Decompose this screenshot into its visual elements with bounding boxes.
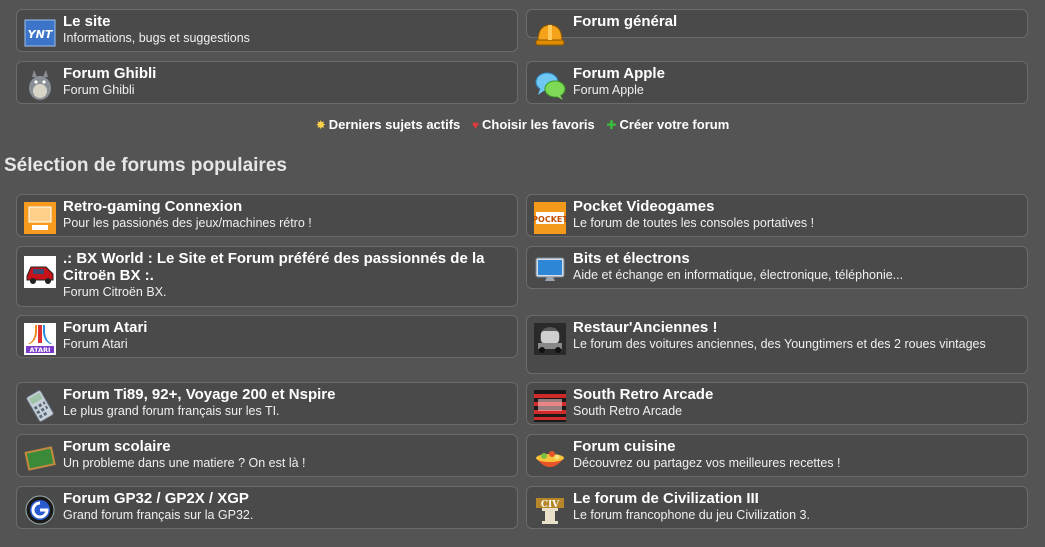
forum-title[interactable]: South Retro Arcade	[573, 386, 1019, 403]
retro-computer-icon	[24, 202, 56, 234]
svg-text:YNT: YNT	[28, 28, 54, 41]
arcade-logo-icon	[534, 390, 566, 422]
forum-gp32[interactable]: Forum GP32 / GP2X / XGP Grand forum franç…	[16, 486, 518, 529]
forum-desc: Le forum francophone du jeu Civilization…	[573, 508, 810, 522]
forum-restaur-anciennes[interactable]: Restaur'Anciennes ! Le forum des voitures…	[526, 315, 1028, 374]
citroen-bx-icon	[24, 256, 56, 288]
forum-le-site[interactable]: YNT Le site Informations, bugs et suggest…	[16, 9, 518, 52]
pocket-logo-icon: POCKET	[534, 202, 566, 234]
ynt-logo-icon: YNT	[24, 19, 56, 47]
forum-title[interactable]: Forum GP32 / GP2X / XGP	[63, 490, 509, 507]
forum-general[interactable]: Forum général	[526, 9, 1028, 46]
forum-scolaire[interactable]: Forum scolaire Un probleme dans une matie…	[16, 434, 518, 477]
svg-text:POCKET: POCKET	[534, 215, 566, 224]
forum-desc: Aide et échange en informatique, électro…	[573, 268, 904, 282]
forum-desc: Le forum de toutes les consoles portativ…	[573, 216, 815, 230]
vintage-car-icon	[534, 323, 566, 355]
chalkboard-icon	[24, 446, 56, 471]
svg-text:ATARI: ATARI	[30, 346, 51, 354]
forum-bx-world[interactable]: .: BX World : Le Site et Forum préféré d…	[16, 246, 518, 307]
forum-desc: Un probleme dans une matiere ? On est là…	[63, 456, 306, 470]
forum-title[interactable]: Forum Ghibli	[63, 65, 509, 82]
forum-title[interactable]: Forum Atari	[63, 319, 509, 336]
forum-title[interactable]: Forum scolaire	[63, 438, 509, 455]
link-label: Créer votre forum	[619, 117, 730, 132]
forum-title[interactable]: Le forum de Civilization III	[573, 490, 1019, 507]
chat-bubbles-icon	[535, 72, 566, 100]
forum-retro-gaming[interactable]: Retro-gaming Connexion Pour les passionés…	[16, 194, 518, 237]
forum-desc: Le forum des voitures anciennes, des You…	[573, 337, 986, 351]
forum-ghibli[interactable]: Forum Ghibli Forum Ghibli	[16, 61, 518, 104]
forum-title[interactable]: Forum Apple	[573, 65, 1019, 82]
gp32-logo-icon	[25, 495, 55, 525]
forum-civilization[interactable]: CIV Le forum de Civilization III Le forum…	[526, 486, 1028, 529]
forum-desc: Forum Ghibli	[63, 83, 135, 97]
forum-atari[interactable]: ATARI Forum Atari Forum Atari	[16, 315, 518, 358]
forum-desc: South Retro Arcade	[573, 404, 683, 418]
civ-logo-icon: CIV	[536, 498, 564, 524]
forum-title[interactable]: Retro-gaming Connexion	[63, 198, 509, 215]
forum-desc: Découvrez ou partagez vos meilleures rec…	[573, 456, 841, 470]
forum-pocket-videogames[interactable]: POCKET Pocket Videogames Le forum de tout…	[526, 194, 1028, 237]
food-bowl-icon	[536, 451, 564, 467]
forum-title[interactable]: Forum général	[573, 13, 1019, 30]
forum-title[interactable]: Forum Ti89, 92+, Voyage 200 et Nspire	[63, 386, 509, 403]
calculator-icon	[26, 390, 54, 422]
forum-desc: Forum Citroën BX.	[63, 285, 167, 299]
hardhat-icon	[535, 24, 565, 46]
forum-title[interactable]: Restaur'Anciennes !	[573, 319, 1019, 336]
quick-links: ✸ Derniers sujets actifs ♥ Choisir les fav…	[0, 117, 1045, 132]
forum-desc: Forum Apple	[573, 83, 644, 97]
forum-desc: Grand forum français sur la GP32.	[63, 508, 254, 522]
forum-bits-electrons[interactable]: Bits et électrons Aide et échange en info…	[526, 246, 1028, 289]
forum-desc: Informations, bugs et suggestions	[63, 31, 250, 45]
forum-desc: Pour les passionés des jeux/machines rét…	[63, 216, 312, 230]
heart-icon: ♥	[471, 118, 480, 132]
choose-favorites-link[interactable]: ♥ Choisir les favoris	[472, 117, 595, 132]
forum-title[interactable]: Bits et électrons	[573, 250, 1019, 267]
link-label: Choisir les favoris	[482, 117, 595, 132]
forum-title[interactable]: .: BX World : Le Site et Forum préféré d…	[63, 250, 509, 284]
forum-desc: Le plus grand forum français sur les TI.	[63, 404, 280, 418]
section-title: Sélection de forums populaires	[4, 155, 287, 176]
totoro-icon	[29, 70, 51, 100]
forum-title[interactable]: Forum cuisine	[573, 438, 1019, 455]
atari-logo-icon: ATARI	[24, 323, 56, 355]
link-label: Derniers sujets actifs	[328, 117, 461, 132]
forum-south-retro-arcade[interactable]: South Retro Arcade South Retro Arcade	[526, 382, 1028, 425]
forum-cuisine[interactable]: Forum cuisine Découvrez ou partagez vos m…	[526, 434, 1028, 477]
create-forum-link[interactable]: ✚ Créer votre forum	[606, 117, 729, 132]
forum-ti89[interactable]: Forum Ti89, 92+, Voyage 200 et Nspire Le …	[16, 382, 518, 425]
monitor-icon	[535, 257, 565, 281]
forum-desc: Forum Atari	[63, 337, 128, 351]
active-topics-link[interactable]: ✸ Derniers sujets actifs	[316, 117, 461, 132]
plus-icon: ✚	[606, 118, 617, 132]
forum-title[interactable]: Le site	[63, 13, 509, 30]
forum-title[interactable]: Pocket Videogames	[573, 198, 1019, 215]
star-icon: ✸	[315, 118, 326, 132]
forum-apple[interactable]: Forum Apple Forum Apple	[526, 61, 1028, 104]
